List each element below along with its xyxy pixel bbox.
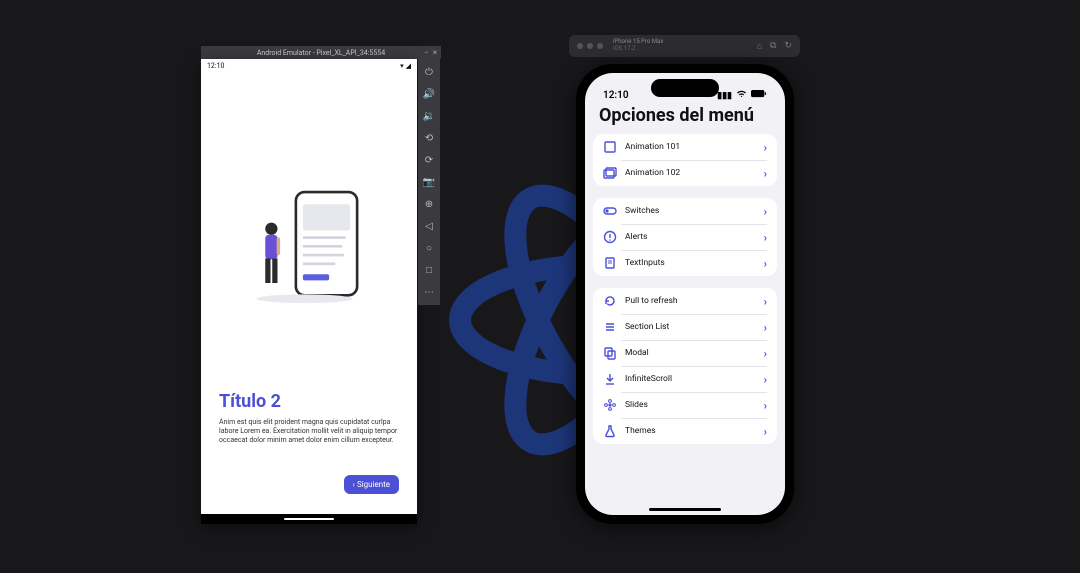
flask-icon <box>603 424 617 438</box>
next-button[interactable]: › Siguiente <box>344 475 399 494</box>
traffic-min-icon[interactable] <box>587 43 593 49</box>
chevron-right-icon: › <box>764 373 767 386</box>
menu-item-section-list[interactable]: Section List› <box>593 314 777 340</box>
emulator-tool-panel: ⏻ 🔊 🔉 ⟲ ⟳ 📷 ⊕ ◁ ○ □ ⋯ <box>418 59 440 305</box>
menu-group: Animation 101›Animation 102› <box>593 134 777 186</box>
menu-item-themes[interactable]: Themes› <box>593 418 777 444</box>
menu-item-switches[interactable]: Switches› <box>593 198 777 224</box>
menu-item-label: Pull to refresh <box>625 296 764 306</box>
android-status-bar: 12:10 ▾ ◢ <box>201 59 417 73</box>
copy-icon <box>603 346 617 360</box>
android-emulator-window: Android Emulator - Pixel_XL_API_34:5554 … <box>201 46 441 524</box>
menu-item-label: Switches <box>625 206 764 216</box>
menu-item-label: Modal <box>625 348 764 358</box>
dynamic-island <box>651 79 719 97</box>
android-status-time: 12:10 <box>207 62 224 70</box>
traffic-max-icon[interactable] <box>597 43 603 49</box>
chevron-right-icon: › <box>764 321 767 334</box>
alert-icon <box>603 230 617 244</box>
page-title: Opciones del menú <box>585 103 785 134</box>
android-home-pill[interactable] <box>284 518 334 520</box>
menu-item-label: Animation 101 <box>625 142 764 152</box>
wifi-icon: ▾ <box>400 62 404 70</box>
power-icon[interactable]: ⏻ <box>422 65 436 79</box>
camera-icon[interactable]: 📷 <box>422 175 436 189</box>
slide-title: Título 2 <box>219 391 399 412</box>
toggle-icon <box>603 204 617 218</box>
download-icon <box>603 372 617 386</box>
doc-icon <box>603 256 617 270</box>
menu-item-label: Slides <box>625 400 764 410</box>
slide-description: Anim est quis elit proident magna quis c… <box>219 418 399 445</box>
menu-item-animation-101[interactable]: Animation 101› <box>593 134 777 160</box>
ios-simulator-header[interactable]: iPhone 15 Pro Max iOS 17.2 ⌂ ⧉ ↻ <box>569 35 800 57</box>
menu-item-label: Section List <box>625 322 764 332</box>
volume-down-icon[interactable]: 🔉 <box>422 109 436 123</box>
albums-icon <box>603 166 617 180</box>
chevron-right-icon: › <box>353 480 355 489</box>
menu-item-modal[interactable]: Modal› <box>593 340 777 366</box>
chevron-right-icon: › <box>764 167 767 180</box>
signal-icon: ◢ <box>406 62 411 70</box>
slide-illustration <box>219 121 399 371</box>
ios-home-indicator[interactable] <box>649 508 721 511</box>
iphone-device-frame: 12:10 ▮▮▮ Opciones del menú Animation 10… <box>576 64 794 524</box>
zoom-icon[interactable]: ⊕ <box>422 197 436 211</box>
minimize-icon[interactable]: − <box>424 48 429 57</box>
more-icon[interactable]: ⋯ <box>422 285 436 299</box>
next-button-label: Siguiente <box>357 480 390 489</box>
android-phone-screen: 12:10 ▾ ◢ <box>201 59 417 524</box>
menu-list[interactable]: Animation 101›Animation 102›Switches›Ale… <box>585 134 785 515</box>
menu-item-label: Alerts <box>625 232 764 242</box>
flower-icon <box>603 398 617 412</box>
volume-up-icon[interactable]: 🔊 <box>422 87 436 101</box>
list-icon <box>603 320 617 334</box>
menu-item-slides[interactable]: Slides› <box>593 392 777 418</box>
menu-item-alerts[interactable]: Alerts› <box>593 224 777 250</box>
cellular-icon: ▮▮▮ <box>717 91 732 101</box>
rotate-sim-icon[interactable]: ↻ <box>784 41 792 52</box>
traffic-close-icon[interactable] <box>577 43 583 49</box>
home-sim-icon[interactable]: ⌂ <box>757 41 762 52</box>
chevron-right-icon: › <box>764 141 767 154</box>
chevron-right-icon: › <box>764 205 767 218</box>
wifi-icon <box>736 90 747 101</box>
rotate-right-icon[interactable]: ⟳ <box>422 153 436 167</box>
menu-group: Pull to refresh›Section List›Modal›Infin… <box>593 288 777 444</box>
menu-item-pull-to-refresh[interactable]: Pull to refresh› <box>593 288 777 314</box>
menu-item-textinputs[interactable]: TextInputs› <box>593 250 777 276</box>
chevron-right-icon: › <box>764 399 767 412</box>
menu-group: Switches›Alerts›TextInputs› <box>593 198 777 276</box>
android-emulator-title: Android Emulator - Pixel_XL_API_34:5554 <box>257 49 385 57</box>
menu-item-label: Themes <box>625 426 764 436</box>
chevron-right-icon: › <box>764 347 767 360</box>
back-icon[interactable]: ◁ <box>422 219 436 233</box>
cube-icon <box>603 140 617 154</box>
menu-item-label: InfiniteScroll <box>625 374 764 384</box>
android-nav-bar <box>201 514 417 524</box>
iphone-screen: 12:10 ▮▮▮ Opciones del menú Animation 10… <box>585 73 785 515</box>
rotate-left-icon[interactable]: ⟲ <box>422 131 436 145</box>
menu-item-label: TextInputs <box>625 258 764 268</box>
chevron-right-icon: › <box>764 295 767 308</box>
chevron-right-icon: › <box>764 257 767 270</box>
close-icon[interactable]: × <box>433 48 437 57</box>
screenshot-sim-icon[interactable]: ⧉ <box>770 41 776 52</box>
chevron-right-icon: › <box>764 231 767 244</box>
refresh-icon <box>603 294 617 308</box>
battery-icon <box>751 90 767 101</box>
menu-item-animation-102[interactable]: Animation 102› <box>593 160 777 186</box>
ios-status-time: 12:10 <box>603 90 629 101</box>
menu-item-infinitescroll[interactable]: InfiniteScroll› <box>593 366 777 392</box>
overview-icon[interactable]: □ <box>422 263 436 277</box>
chevron-right-icon: › <box>764 425 767 438</box>
menu-item-label: Animation 102 <box>625 168 764 178</box>
android-emulator-titlebar[interactable]: Android Emulator - Pixel_XL_API_34:5554 … <box>201 46 441 59</box>
slide-content: Título 2 Anim est quis elit proident mag… <box>201 73 417 463</box>
sim-device-label: iPhone 15 Pro Max iOS 17.2 <box>613 39 663 52</box>
home-icon[interactable]: ○ <box>422 241 436 255</box>
